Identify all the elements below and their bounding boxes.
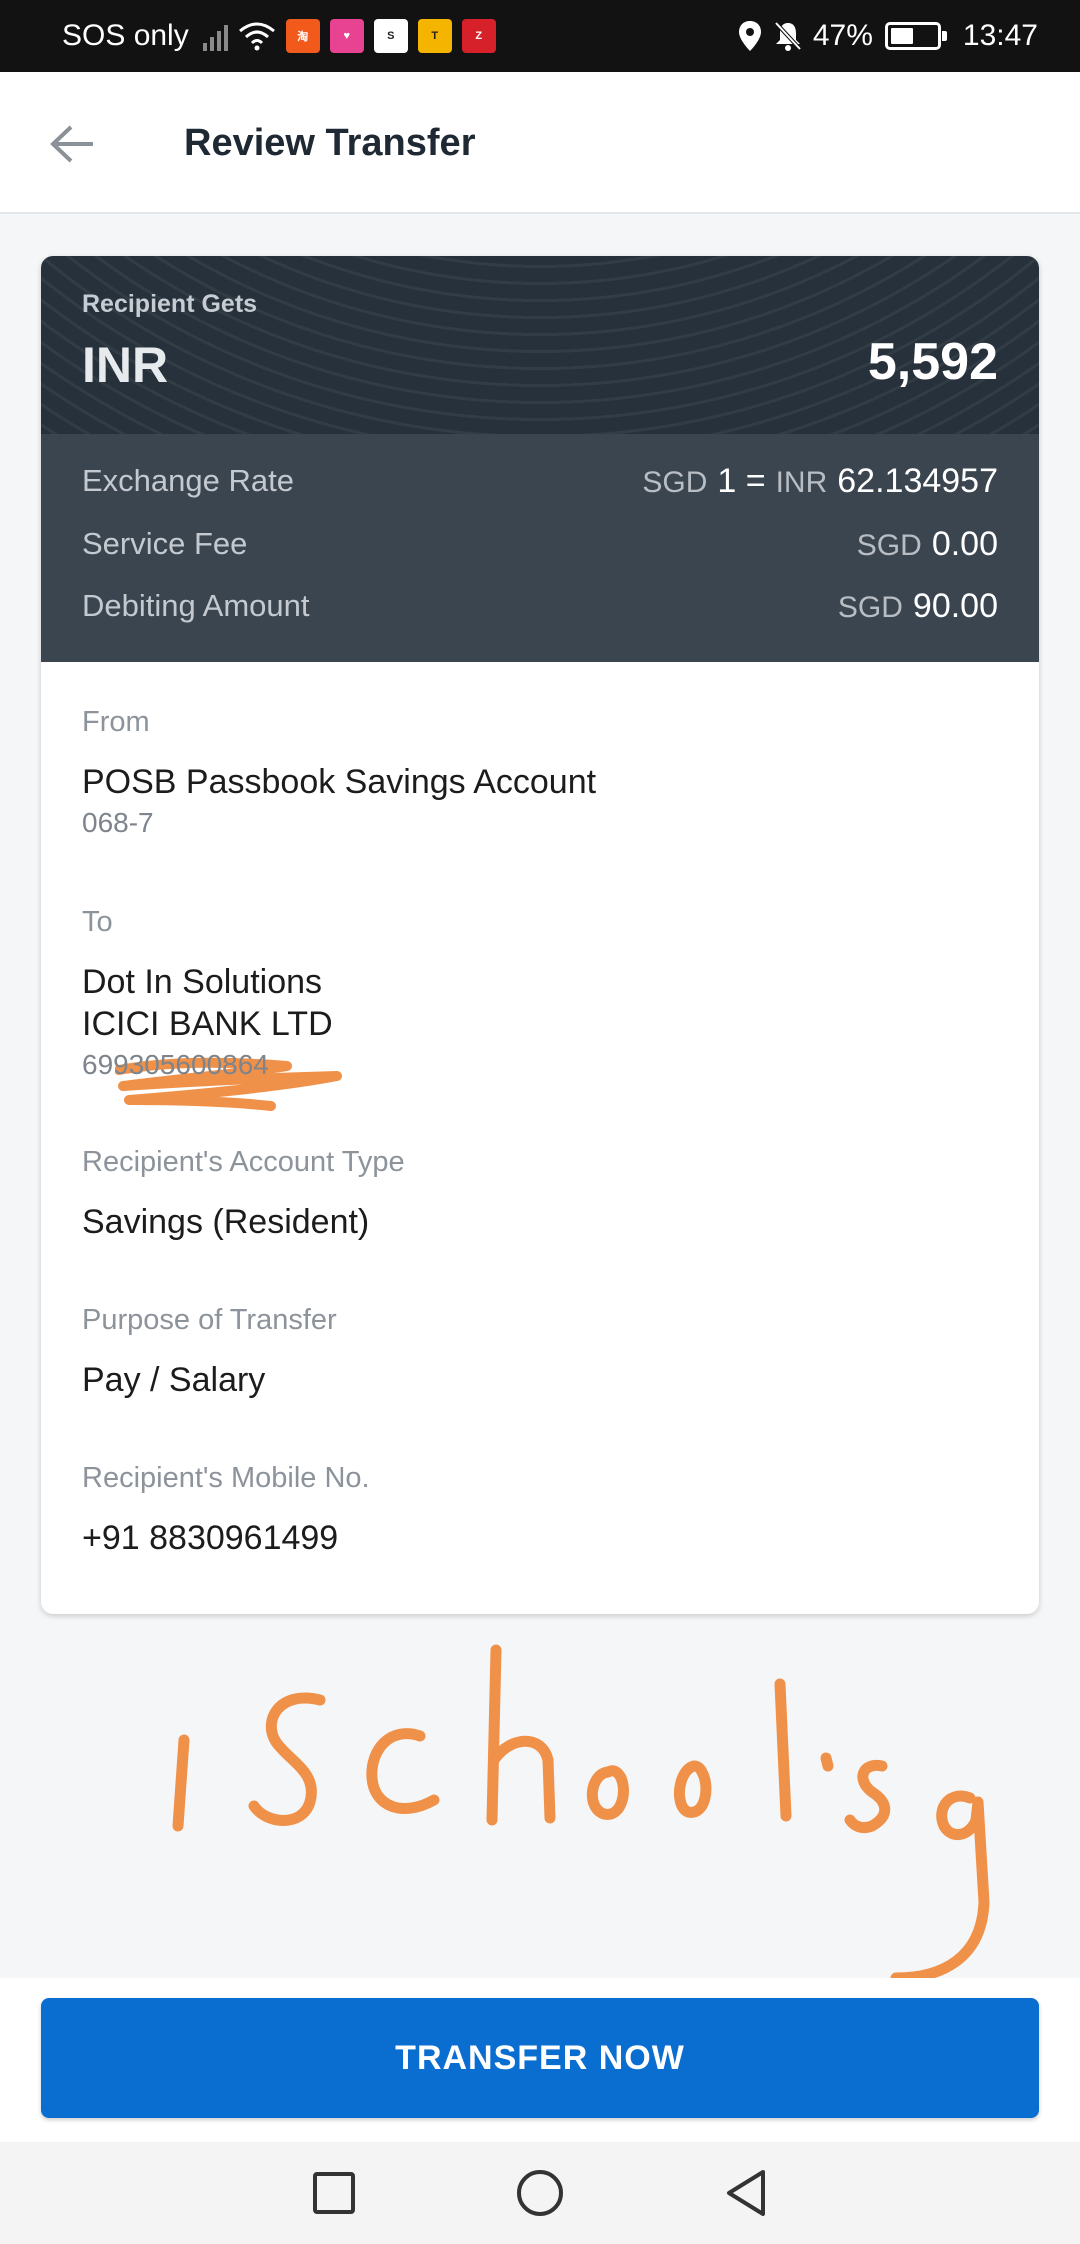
rates-panel: Exchange Rate SGD 1 = INR 62.134957 Serv… bbox=[41, 434, 1039, 662]
purpose-label: Purpose of Transfer bbox=[82, 1304, 337, 1336]
location-icon bbox=[738, 21, 761, 51]
recent-apps-button[interactable] bbox=[306, 2165, 362, 2221]
from-label: From bbox=[82, 706, 150, 738]
debiting-amount-row: Debiting Amount SGD 90.00 bbox=[82, 581, 998, 631]
debiting-amount-label: Debiting Amount bbox=[82, 588, 310, 623]
exchange-rate-value: SGD 1 = INR 62.134957 bbox=[642, 462, 998, 501]
mobile-section: Recipient's Mobile No. +91 8830961499 bbox=[82, 1462, 998, 1559]
exchange-rate-label: Exchange Rate bbox=[82, 463, 294, 498]
no-signal-icon bbox=[202, 21, 228, 51]
exchange-from-value: 1 = bbox=[717, 461, 766, 500]
exchange-rate-row: Exchange Rate SGD 1 = INR 62.134957 bbox=[82, 456, 998, 506]
mobile-value: +91 8830961499 bbox=[82, 1519, 339, 1557]
taobao-app-icon: 淘 bbox=[285, 19, 320, 53]
triangle-back-icon bbox=[727, 2170, 765, 2216]
service-fee-currency: SGD bbox=[856, 528, 922, 562]
transfer-now-button[interactable]: TRANSFER NOW bbox=[41, 1998, 1039, 2118]
recipient-currency: INR bbox=[82, 337, 169, 393]
exchange-to-currency: INR bbox=[775, 465, 828, 499]
from-section: From POSB Passbook Savings Account 068-7 bbox=[82, 706, 998, 843]
status-right: 47% 13:47 bbox=[737, 19, 1038, 53]
review-card: Recipient Gets INR 5,592 Exchange Rate S… bbox=[41, 256, 1039, 1614]
page-title: Review Transfer bbox=[184, 122, 476, 164]
purpose-section: Purpose of Transfer Pay / Salary bbox=[82, 1304, 998, 1401]
account-type-label: Recipient's Account Type bbox=[82, 1146, 405, 1178]
service-fee-amount: 0.00 bbox=[931, 524, 998, 563]
exchange-from-currency: SGD bbox=[642, 465, 708, 499]
debiting-amount-value: SGD 90.00 bbox=[838, 587, 998, 626]
lazada-app-icon: ♥ bbox=[329, 19, 364, 53]
clock: 13:47 bbox=[962, 19, 1038, 52]
system-nav-bar bbox=[0, 2142, 1080, 2244]
service-fee-label: Service Fee bbox=[82, 526, 248, 561]
carrier-text: SOS only bbox=[62, 19, 189, 52]
mute-icon bbox=[774, 21, 802, 51]
arrow-left-icon bbox=[50, 125, 93, 163]
status-bar: SOS only 淘 ♥ S T Z 47% 13:47 bbox=[0, 0, 1080, 72]
circle-icon bbox=[517, 2170, 563, 2216]
to-section: To Dot In Solutions ICICI BANK LTD 69930… bbox=[82, 906, 998, 1085]
service-fee-row: Service Fee SGD 0.00 bbox=[82, 519, 998, 569]
to-bank-name: ICICI BANK LTD bbox=[82, 1005, 333, 1043]
exchange-to-value: 62.134957 bbox=[837, 461, 998, 500]
shopee-app-icon: S bbox=[373, 19, 408, 53]
bottom-action-area: TRANSFER NOW bbox=[0, 1978, 1080, 2142]
account-type-section: Recipient's Account Type Savings (Reside… bbox=[82, 1146, 998, 1243]
to-recipient-name: Dot In Solutions bbox=[82, 963, 323, 1001]
battery-percent: 47% bbox=[812, 19, 873, 52]
to-account-number: 699305600864 bbox=[82, 1049, 269, 1080]
purpose-value: Pay / Salary bbox=[82, 1361, 266, 1399]
handwritten-watermark bbox=[172, 1644, 990, 1984]
back-nav-button[interactable] bbox=[718, 2165, 774, 2221]
square-icon bbox=[313, 2172, 355, 2214]
home-button[interactable] bbox=[512, 2165, 568, 2221]
app-header: Review Transfer bbox=[0, 72, 1080, 214]
recipient-amount: 5,592 bbox=[867, 333, 998, 391]
tada-app-icon: T bbox=[417, 19, 452, 53]
mobile-label: Recipient's Mobile No. bbox=[82, 1462, 370, 1494]
back-button[interactable] bbox=[42, 108, 102, 180]
zalora-app-icon: Z bbox=[461, 19, 496, 53]
recipient-gets-label: Recipient Gets bbox=[82, 290, 258, 318]
debiting-currency: SGD bbox=[837, 590, 903, 624]
recipient-gets-panel: Recipient Gets INR 5,592 bbox=[41, 256, 1039, 434]
to-label: To bbox=[82, 906, 113, 938]
wifi-icon bbox=[238, 22, 275, 51]
battery-icon bbox=[884, 22, 947, 50]
service-fee-value: SGD 0.00 bbox=[857, 525, 998, 564]
debiting-amount: 90.00 bbox=[912, 586, 998, 625]
from-account-name: POSB Passbook Savings Account bbox=[82, 763, 597, 801]
status-left: SOS only 淘 ♥ S T Z bbox=[62, 19, 496, 53]
from-account-number: 068-7 bbox=[82, 807, 154, 838]
account-type-value: Savings (Resident) bbox=[82, 1203, 370, 1241]
